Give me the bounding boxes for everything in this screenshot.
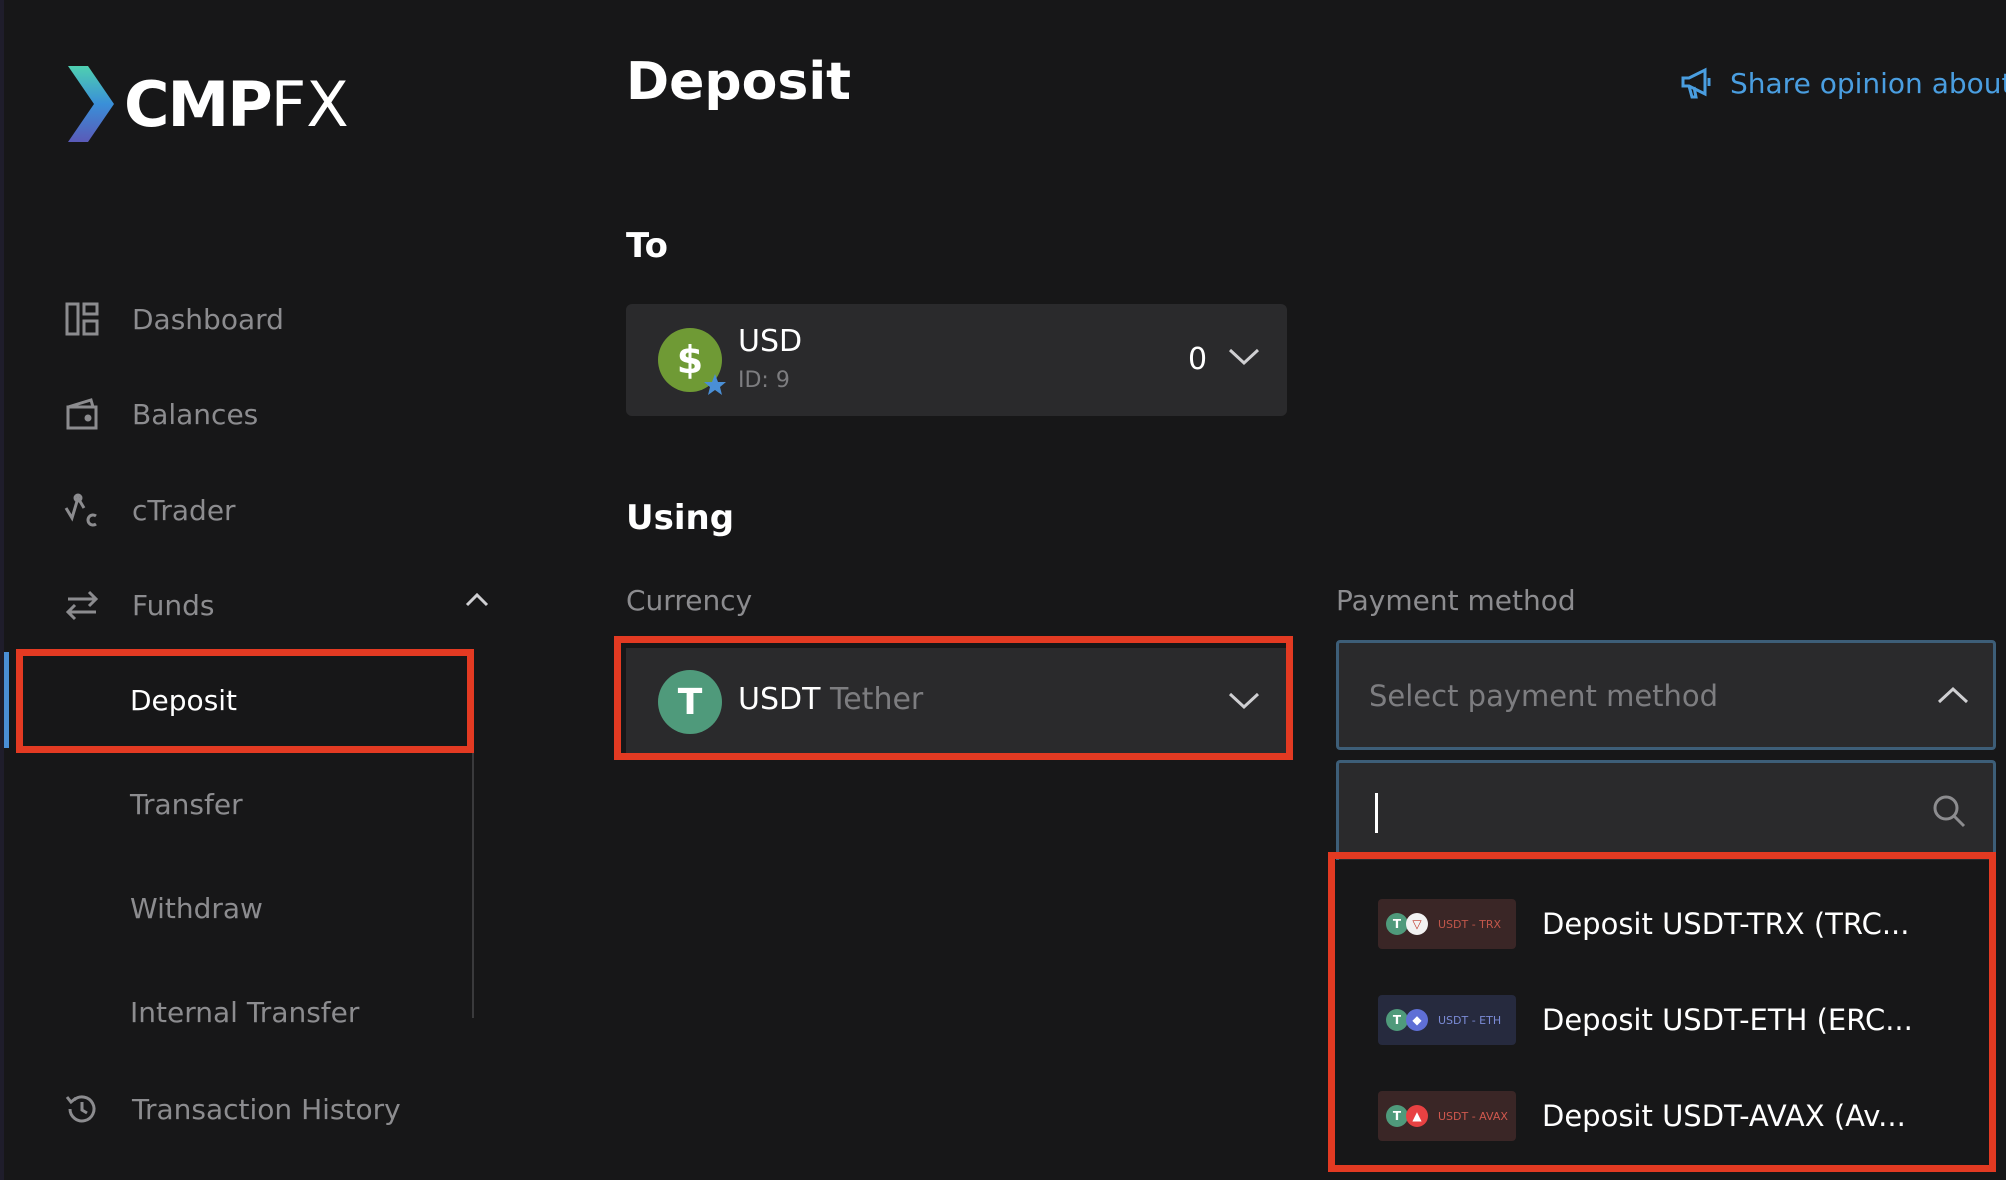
account-balance: 0 bbox=[1188, 342, 1208, 377]
payment-method-placeholder: Select payment method bbox=[1369, 679, 1719, 713]
payment-option-usdt-eth[interactable]: T ◆ USDT - ETH Deposit USDT-ETH (ERC... bbox=[1378, 992, 1913, 1048]
sidebar-subitem-transfer[interactable]: Transfer bbox=[130, 788, 243, 821]
badge-text: USDT - ETH bbox=[1438, 1013, 1502, 1027]
text-caret bbox=[1375, 793, 1378, 833]
sidebar-item-transaction-history[interactable]: Transaction History bbox=[64, 1084, 401, 1134]
currency-select[interactable]: T USDT Tether bbox=[626, 648, 1287, 754]
sidebar-item-label: Dashboard bbox=[132, 302, 284, 336]
active-indicator bbox=[4, 652, 9, 748]
share-opinion-link[interactable]: Share opinion about bbox=[1680, 66, 2006, 100]
sidebar-item-label: Funds bbox=[132, 588, 215, 622]
chevron-down-icon bbox=[1226, 688, 1262, 716]
payment-method-options: T ▽ USDT - TRX Deposit USDT-TRX (TRC... … bbox=[1336, 860, 1996, 1170]
to-account-select[interactable]: $ USD ID: 9 0 bbox=[626, 304, 1287, 416]
dashboard-icon bbox=[64, 301, 100, 337]
sidebar-item-label: Balances bbox=[132, 397, 259, 431]
star-badge-icon bbox=[704, 374, 726, 395]
transfer-arrows-icon bbox=[64, 587, 100, 623]
payment-option-badge: T ▽ USDT - TRX bbox=[1378, 899, 1516, 949]
wallet-icon bbox=[64, 396, 100, 432]
sidebar: CMPFX Dashboard Balances cTrader Funds D… bbox=[4, 0, 504, 1180]
share-opinion-label: Share opinion about bbox=[1730, 66, 2006, 100]
payment-option-label: Deposit USDT-TRX (TRC... bbox=[1542, 907, 1910, 941]
chevron-down-icon bbox=[1226, 344, 1262, 372]
to-section-title: To bbox=[626, 226, 669, 266]
page-title: Deposit bbox=[626, 52, 852, 112]
payment-method-label: Payment method bbox=[1336, 584, 1576, 617]
tron-mini-icon: ▽ bbox=[1406, 913, 1428, 935]
currency-code: USDT bbox=[738, 682, 821, 717]
avalanche-mini-icon: ▲ bbox=[1406, 1105, 1428, 1127]
chevron-up-icon bbox=[1935, 683, 1971, 711]
ctrader-icon bbox=[64, 492, 100, 528]
sidebar-subitem-withdraw[interactable]: Withdraw bbox=[130, 892, 263, 925]
using-section-title: Using bbox=[626, 498, 735, 538]
payment-option-usdt-trx[interactable]: T ▽ USDT - TRX Deposit USDT-TRX (TRC... bbox=[1378, 896, 1909, 952]
payment-option-label: Deposit USDT-ETH (ERC... bbox=[1542, 1003, 1913, 1037]
account-id: ID: 9 bbox=[738, 368, 790, 393]
sidebar-item-dashboard[interactable]: Dashboard bbox=[64, 294, 284, 344]
sidebar-item-funds[interactable]: Funds bbox=[64, 580, 504, 630]
logo-chevron-icon bbox=[68, 66, 114, 142]
badge-text: USDT - TRX bbox=[1438, 917, 1502, 931]
sidebar-item-balances[interactable]: Balances bbox=[64, 389, 258, 439]
tether-icon: T bbox=[658, 670, 722, 734]
currency-name: Tether bbox=[830, 682, 924, 717]
search-icon[interactable] bbox=[1931, 793, 1967, 833]
payment-option-usdt-avax[interactable]: T ▲ USDT - AVAX Deposit USDT-AVAX (Av... bbox=[1378, 1088, 1906, 1144]
tether-mini-icon: T bbox=[1386, 1009, 1408, 1031]
chevron-up-icon[interactable] bbox=[464, 590, 490, 612]
sidebar-item-label: Transaction History bbox=[132, 1092, 401, 1126]
account-name: USD bbox=[738, 324, 803, 359]
payment-search-input[interactable] bbox=[1365, 791, 1865, 835]
sidebar-subitem-deposit[interactable]: Deposit bbox=[130, 684, 237, 717]
sidebar-item-label: cTrader bbox=[132, 493, 236, 527]
submenu-divider bbox=[472, 650, 474, 1018]
history-icon bbox=[64, 1091, 100, 1127]
badge-text: USDT - AVAX bbox=[1438, 1109, 1508, 1123]
currency-label: Currency bbox=[626, 584, 753, 617]
sidebar-subitem-internal-transfer[interactable]: Internal Transfer bbox=[130, 996, 359, 1029]
payment-option-badge: T ▲ USDT - AVAX bbox=[1378, 1091, 1516, 1141]
payment-option-badge: T ◆ USDT - ETH bbox=[1378, 995, 1516, 1045]
tether-mini-icon: T bbox=[1386, 1105, 1408, 1127]
ethereum-mini-icon: ◆ bbox=[1406, 1009, 1428, 1031]
payment-method-search bbox=[1336, 760, 1996, 860]
megaphone-icon bbox=[1681, 67, 1711, 99]
payment-option-label: Deposit USDT-AVAX (Av... bbox=[1542, 1099, 1906, 1133]
brand-logo[interactable]: CMPFX bbox=[64, 62, 349, 146]
tether-mini-icon: T bbox=[1386, 913, 1408, 935]
payment-method-select[interactable]: Select payment method bbox=[1336, 640, 1996, 750]
brand-name: CMPFX bbox=[124, 67, 349, 141]
sidebar-item-ctrader[interactable]: cTrader bbox=[64, 485, 236, 535]
